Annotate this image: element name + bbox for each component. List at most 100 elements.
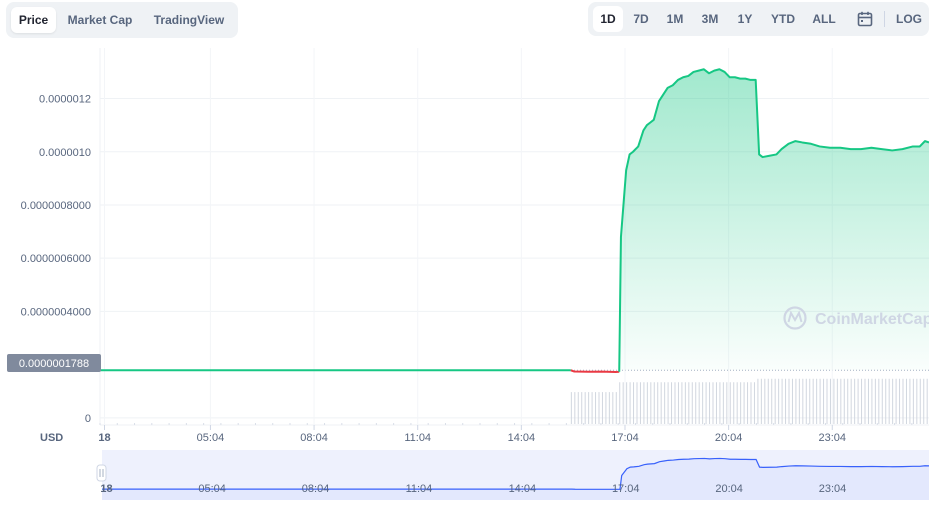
navigator-tick-label: 14:04 bbox=[509, 483, 537, 495]
volume-bar bbox=[722, 382, 724, 424]
volume-bar bbox=[840, 378, 842, 424]
volume-bar bbox=[892, 378, 894, 424]
x-tick-label: 14:04 bbox=[508, 432, 536, 444]
y-tick-label: 0.0000006000 bbox=[21, 253, 91, 265]
volume-bar bbox=[715, 382, 717, 424]
volume-bar bbox=[895, 378, 897, 424]
volume-bar bbox=[881, 378, 883, 424]
x-tick-label: 05:04 bbox=[197, 432, 225, 444]
volume-bar bbox=[598, 392, 600, 424]
volume-bar bbox=[826, 378, 828, 424]
volume-bar bbox=[816, 378, 818, 424]
volume-bar bbox=[601, 392, 603, 424]
volume-bar bbox=[864, 378, 866, 424]
volume-bar bbox=[629, 382, 631, 424]
volume-bar bbox=[588, 392, 590, 424]
volume-bar bbox=[726, 382, 728, 424]
volume-bar bbox=[760, 378, 762, 424]
volume-bar bbox=[605, 392, 607, 424]
volume-bar bbox=[684, 382, 686, 424]
navigator-tick-label: 18 bbox=[100, 483, 112, 495]
volume-bar bbox=[778, 378, 780, 424]
volume-bar bbox=[905, 378, 907, 424]
x-axis: 18 05:04 08:04 11:04 14:04 17:04 20:04 23:04 bbox=[98, 432, 846, 444]
volume-bar bbox=[829, 378, 831, 424]
volume-bar bbox=[867, 378, 869, 424]
volume-bar bbox=[912, 378, 914, 424]
volume-bar bbox=[857, 378, 859, 424]
volume-bar bbox=[753, 382, 755, 424]
volume-bar bbox=[712, 382, 714, 424]
volume-bar bbox=[885, 378, 887, 424]
range-navigator[interactable]: 18 05:04 08:04 11:04 14:04 17:04 20:04 23:04 bbox=[96, 450, 929, 500]
volume-bar bbox=[674, 382, 676, 424]
current-price-tag: 0.0000001788 bbox=[7, 354, 101, 372]
volume-bar bbox=[833, 378, 835, 424]
x-tick-label: 20:04 bbox=[715, 432, 743, 444]
navigator-tick-label: 05:04 bbox=[198, 483, 226, 495]
volume-bar bbox=[681, 382, 683, 424]
navigator-tick-label: 11:04 bbox=[406, 483, 433, 495]
volume-bar bbox=[671, 382, 673, 424]
price-chart: 0 0.0000004000 0.0000006000 0.0000008000 0.0… bbox=[7, 48, 929, 500]
volume-bar bbox=[916, 378, 918, 424]
volume-bar bbox=[646, 382, 648, 424]
volume-bar bbox=[798, 378, 800, 424]
volume-bar bbox=[691, 382, 693, 424]
volume-bar bbox=[705, 382, 707, 424]
volume-bar bbox=[577, 392, 579, 424]
x-tick-label: 23:04 bbox=[818, 432, 846, 444]
y-tick-label: 0.0000008000 bbox=[21, 200, 91, 212]
volume-bar bbox=[757, 378, 759, 424]
volume-bar bbox=[608, 392, 610, 424]
volume-bar bbox=[788, 378, 790, 424]
navigator-tick-label: 08:04 bbox=[302, 483, 330, 495]
volume-bar bbox=[736, 382, 738, 424]
navigator-tick-label: 23:04 bbox=[819, 483, 847, 495]
y-axis: 0 0.0000004000 0.0000006000 0.0000008000 0.0… bbox=[21, 94, 91, 425]
volume-bar bbox=[581, 392, 583, 424]
volume-bar bbox=[615, 392, 617, 424]
volume-bar bbox=[926, 378, 928, 424]
y-tick-label: 0.0000012 bbox=[39, 94, 91, 106]
volume-bar bbox=[909, 378, 911, 424]
volume-bar bbox=[709, 382, 711, 424]
volume-bar bbox=[923, 378, 925, 424]
volume-bar bbox=[791, 378, 793, 424]
watermark-text: CoinMarketCap bbox=[815, 311, 929, 328]
volume-bar bbox=[733, 382, 735, 424]
volume-bar bbox=[657, 382, 659, 424]
volume-bar bbox=[771, 378, 773, 424]
volume-bar bbox=[781, 378, 783, 424]
volume-bar bbox=[861, 378, 863, 424]
volume-bar bbox=[743, 382, 745, 424]
volume-bar bbox=[836, 378, 838, 424]
volume-bar bbox=[633, 382, 635, 424]
volume-bar bbox=[812, 378, 814, 424]
current-price-label: 0.0000001788 bbox=[19, 358, 89, 370]
y-tick-label: 0 bbox=[85, 413, 91, 425]
volume-bar bbox=[622, 382, 624, 424]
volume-bar bbox=[805, 378, 807, 424]
volume-bar bbox=[819, 378, 821, 424]
x-tick-label: 18 bbox=[98, 432, 110, 444]
volume-bar bbox=[729, 382, 731, 424]
navigator-left-handle[interactable] bbox=[96, 464, 107, 482]
volume-bar bbox=[809, 378, 811, 424]
volume-bar bbox=[639, 382, 641, 424]
volume-bar bbox=[785, 378, 787, 424]
volume-bar bbox=[871, 378, 873, 424]
volume-bar bbox=[850, 378, 852, 424]
volume-bar bbox=[802, 378, 804, 424]
volume-bar bbox=[767, 378, 769, 424]
volume-bar bbox=[595, 392, 597, 424]
volume-bars bbox=[570, 378, 928, 424]
volume-bar bbox=[650, 382, 652, 424]
y-axis-unit-label: USD bbox=[40, 432, 63, 444]
volume-bar bbox=[843, 378, 845, 424]
volume-bar bbox=[902, 378, 904, 424]
volume-bar bbox=[764, 378, 766, 424]
volume-bar bbox=[702, 382, 704, 424]
volume-bar bbox=[854, 378, 856, 424]
navigator-tick-label: 17:04 bbox=[612, 483, 640, 495]
